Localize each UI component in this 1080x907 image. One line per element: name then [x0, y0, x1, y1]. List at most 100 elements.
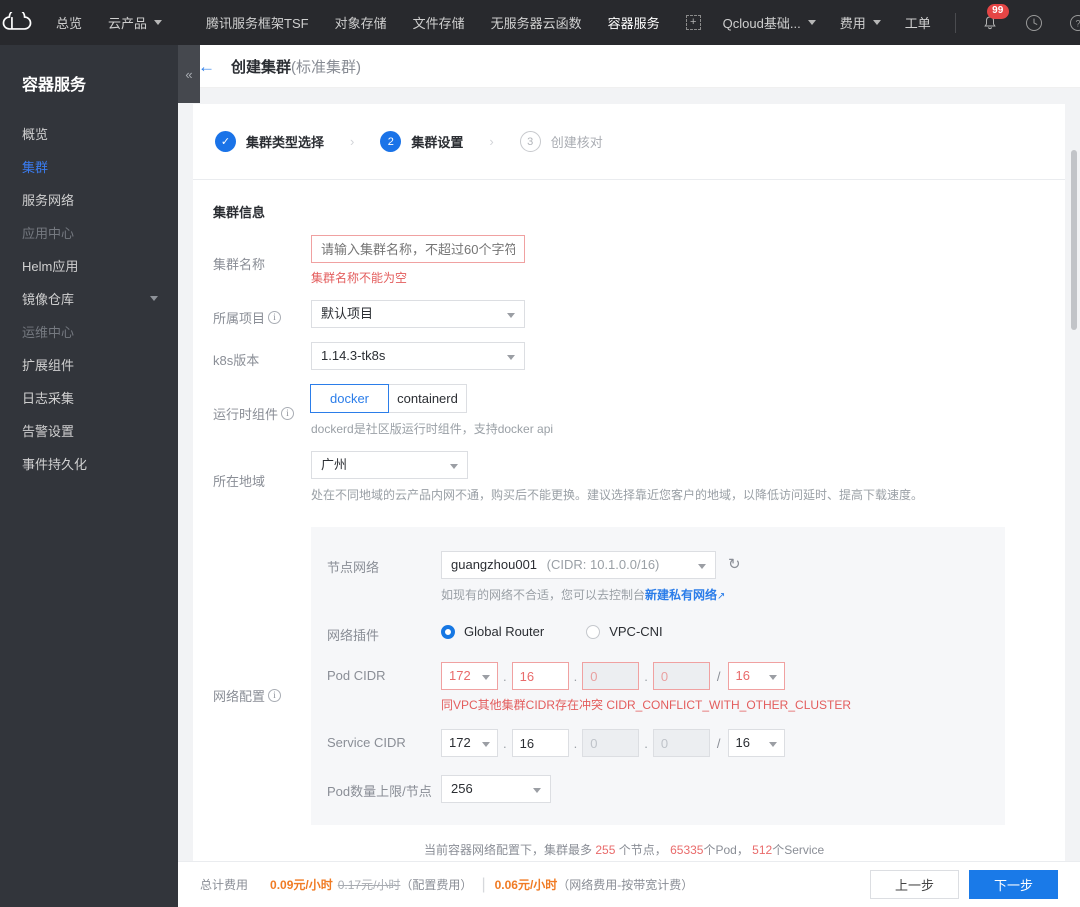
sidebar-item-overview[interactable]: 概览 — [0, 117, 178, 150]
sidebar-item-event-persistence[interactable]: 事件持久化 — [0, 447, 178, 480]
label-text: 所在地域 — [213, 473, 266, 489]
section-title-cluster-info: 集群信息 — [213, 205, 266, 220]
radio-label: Global Router — [464, 624, 545, 639]
cidr-dot: . — [573, 735, 578, 751]
question-glyph: ? — [1069, 14, 1080, 31]
node-network-select[interactable]: guangzhou001 (CIDR: 10.1.0.0/16) — [441, 551, 716, 579]
product-link-tsf[interactable]: 腾讯服务框架TSF — [206, 13, 309, 32]
nav-item-cloud-products[interactable]: 云产品 — [108, 13, 163, 32]
svg-text:?: ? — [1075, 18, 1080, 28]
chevron-down-icon — [807, 20, 816, 25]
back-arrow-icon[interactable]: ← — [198, 58, 215, 75]
label-pod-cidr: Pod CIDR — [327, 668, 386, 683]
logo-wrapper[interactable] — [0, 11, 34, 34]
add-shortcut-icon[interactable]: + — [685, 15, 701, 30]
field-network-plugin: Global Router VPC-CNI — [441, 619, 663, 639]
radio-global-router[interactable]: Global Router — [441, 624, 544, 639]
pod-cidr-octet-2[interactable] — [511, 662, 569, 690]
sidebar-item-label: 服务网络 — [22, 193, 75, 208]
vertical-scrollbar[interactable] — [1070, 88, 1078, 879]
prev-step-button[interactable]: 上一步 — [869, 870, 959, 899]
info-icon[interactable]: i — [268, 689, 282, 702]
tencent-cloud-logo — [2, 11, 32, 30]
service-cidr-octet-1[interactable]: 172 — [441, 729, 498, 757]
pod-cidr-error: 同VPC其他集群CIDR存在冲突 CIDR_CONFLICT_WITH_OTHE… — [441, 698, 852, 712]
topbar-right-section: Qcloud基础... 费用 工单 99 ? — [723, 0, 1080, 45]
field-pod-cidr: 172 . . . / 16 同VPC其 — [441, 662, 851, 713]
fee-network-note: （网络费用-按带宽计费） — [557, 878, 694, 892]
summary-nodes: 255 — [595, 843, 616, 857]
bell-icon[interactable]: 99 — [980, 3, 1009, 33]
account-label: Qcloud基础... — [722, 16, 801, 31]
help-question-icon[interactable]: ? — [1068, 13, 1080, 33]
step-2-label: 集群设置 — [411, 135, 464, 150]
divider — [954, 12, 956, 33]
scrollbar-thumb[interactable] — [1071, 150, 1077, 330]
history-clock-icon[interactable] — [1024, 13, 1044, 33]
info-icon[interactable]: i — [268, 310, 282, 324]
radio-vpc-cni[interactable]: VPC-CNI — [586, 624, 663, 639]
sidebar-item-extension-components[interactable]: 扩展组件 — [0, 348, 178, 381]
k8s-version-select[interactable]: 1.14.3-tk8s — [311, 342, 525, 370]
nav-item-overview[interactable]: 总览 — [56, 13, 82, 32]
region-select[interactable]: 广州 — [311, 451, 468, 479]
runtime-option-docker[interactable]: docker — [310, 384, 389, 413]
product-link-container-service[interactable]: 容器服务 — [608, 13, 660, 32]
sidebar-item-app-center: 应用中心 — [0, 216, 178, 249]
sidebar-item-ops-center: 运维中心 — [0, 315, 178, 348]
account-menu[interactable]: Qcloud基础... — [723, 13, 816, 32]
sidebar-item-image-registry[interactable]: 镜像仓库 — [0, 282, 178, 315]
product-link-scf[interactable]: 无服务器云函数 — [491, 13, 582, 32]
sidebar-item-label: 扩展组件 — [22, 358, 75, 373]
pod-cidr-mask[interactable]: 16 — [727, 662, 785, 690]
pod-cidr-inputs: 172 . . . / 16 — [441, 662, 851, 690]
pod-cidr-octet-3[interactable] — [582, 662, 640, 690]
primary-nav: 总览 云产品 — [34, 0, 184, 45]
label-pod-limit: Pod数量上限/节点 — [327, 784, 432, 799]
field-pod-limit: 256 — [441, 775, 551, 803]
project-select[interactable]: 默认项目 — [311, 300, 525, 328]
form-row-network-config: 网络配置 i 节点网络 guangzhou001 (CIDR: 10.1.0.0… — [193, 503, 1065, 858]
net-row-network-plugin: 网络插件 Global Router VPC-CNI — [311, 603, 1005, 644]
top-navigation-bar: 总览 云产品 腾讯服务框架TSF 对象存储 文件存储 无服务器云函数 容器服务 … — [0, 0, 1080, 45]
pod-cidr-octet-1[interactable]: 172 — [441, 662, 498, 690]
billing-menu[interactable]: 费用 — [840, 13, 881, 32]
sidebar-item-label: Helm应用 — [22, 259, 79, 274]
form-row-runtime: 运行时组件 i docker containerd dockerd是社区版运行时… — [193, 370, 1065, 437]
node-network-value: guangzhou001 — [451, 557, 538, 572]
service-cidr-octet-4[interactable] — [652, 729, 710, 757]
create-vpc-link[interactable]: 新建私有网络 — [645, 588, 717, 602]
info-icon[interactable]: i — [281, 407, 295, 420]
wizard-stepper: ✓ 集群类型选择 › 2 集群设置 › 3 创建核对 — [193, 104, 1065, 180]
product-shortcuts: 腾讯服务框架TSF 对象存储 文件存储 无服务器云函数 容器服务 + — [184, 0, 723, 45]
sidebar-item-log-collection[interactable]: 日志采集 — [0, 381, 178, 414]
sidebar-item-service-network[interactable]: 服务网络 — [0, 183, 178, 216]
cluster-name-input[interactable] — [311, 235, 525, 263]
step-create-review: 3 创建核对 — [519, 131, 603, 152]
summary-pods: 65335 — [670, 843, 704, 857]
next-step-button[interactable]: 下一步 — [968, 870, 1058, 899]
tickets-link[interactable]: 工单 — [905, 13, 931, 32]
label-text: k8s版本 — [213, 352, 260, 368]
sidebar-item-helm-app[interactable]: Helm应用 — [0, 249, 178, 282]
cidr-dot: . — [503, 668, 507, 684]
service-cidr-octet-3[interactable] — [582, 729, 640, 757]
sidebar-item-alarm-settings[interactable]: 告警设置 — [0, 414, 178, 447]
pod-limit-select[interactable]: 256 — [441, 775, 551, 803]
cluster-settings-card: ✓ 集群类型选择 › 2 集群设置 › 3 创建核对 集群信息 集群名称 请输入… — [193, 104, 1065, 879]
refresh-icon[interactable]: ↻ — [728, 551, 741, 579]
service-cidr-mask[interactable]: 16 — [727, 729, 785, 757]
service-cidr-octet-2[interactable] — [511, 729, 569, 757]
sidebar-item-cluster[interactable]: 集群 — [0, 150, 178, 183]
step-cluster-type[interactable]: ✓ 集群类型选择 — [215, 131, 324, 152]
cluster-name-error: 集群名称不能为空 — [311, 271, 408, 285]
sidebar-collapse-button[interactable]: « — [178, 45, 200, 103]
product-link-cfs[interactable]: 文件存储 — [413, 13, 465, 32]
chevron-down-icon — [154, 20, 163, 25]
label-text: 所属项目 — [213, 310, 266, 326]
net-row-node-network: 节点网络 guangzhou001 (CIDR: 10.1.0.0/16) ↻ — [311, 545, 1005, 603]
product-link-cos[interactable]: 对象存储 — [335, 13, 387, 32]
step-cluster-settings[interactable]: 2 集群设置 — [380, 131, 463, 152]
pod-cidr-octet-4[interactable] — [652, 662, 710, 690]
runtime-option-containerd[interactable]: containerd — [388, 384, 467, 413]
